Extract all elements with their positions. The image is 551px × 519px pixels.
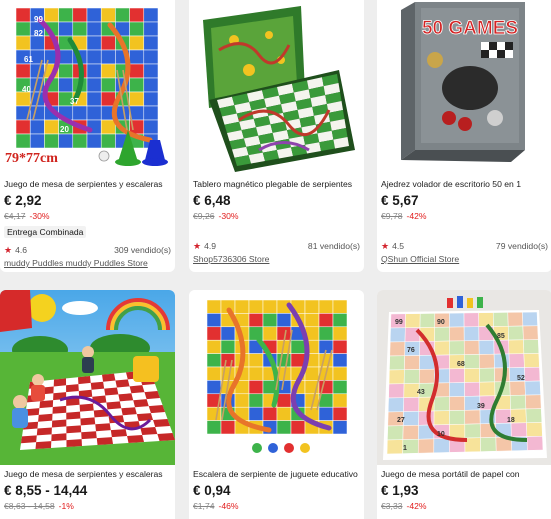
product-title[interactable]: Ajedrez volador de escritorio 50 en 1 bbox=[381, 178, 548, 190]
board-number: 82 bbox=[34, 29, 43, 38]
product-price: € 8,55 - 14,44 bbox=[4, 483, 88, 498]
image-caption: 79*77cm bbox=[5, 151, 58, 166]
product-price: € 0,94 bbox=[193, 483, 231, 498]
sold-count: 79 vendido(s) bbox=[495, 241, 548, 251]
board-number: 1 bbox=[403, 445, 407, 452]
board-number: 85 bbox=[497, 333, 505, 340]
board-number: 18 bbox=[507, 417, 515, 424]
board-number: 20 bbox=[60, 125, 69, 134]
product-price: € 1,93 bbox=[381, 483, 419, 498]
star-icon: ★ bbox=[4, 245, 13, 255]
original-price: €9,78 bbox=[381, 211, 403, 221]
box-title: 50 GAMES bbox=[422, 18, 518, 39]
product-image[interactable] bbox=[0, 290, 175, 465]
board-number: 37 bbox=[70, 97, 79, 106]
rating-value: 4.9 bbox=[204, 241, 217, 251]
price-row: €1,74 -46% bbox=[193, 500, 360, 512]
product-price: € 6,48 bbox=[193, 193, 231, 208]
star-icon: ★ bbox=[381, 241, 390, 251]
store-link[interactable]: muddy Puddles muddy Puddles Store bbox=[4, 257, 171, 269]
store-link[interactable]: QShun Official Store bbox=[381, 253, 548, 265]
original-price: €9,26 bbox=[193, 211, 215, 221]
price-row: €3,33 -42% bbox=[381, 500, 548, 512]
board-number: 99 bbox=[34, 15, 43, 24]
product-card[interactable]: Tablero magnético plegable de serpientes… bbox=[189, 0, 364, 272]
product-card[interactable]: Juego de mesa de serpientes y escaleras … bbox=[0, 290, 175, 519]
original-price: €3,33 bbox=[381, 501, 403, 511]
board-number: 39 bbox=[477, 403, 485, 410]
store-link[interactable]: Shop5736306 Store bbox=[193, 253, 360, 265]
product-card[interactable]: 99 90 85 76 68 52 43 39 27 18 10 1 Juego de mesa po… bbox=[377, 290, 551, 519]
discount-badge: -42% bbox=[406, 211, 427, 221]
discount-badge: -30% bbox=[218, 211, 239, 221]
product-title[interactable]: Escalera de serpiente de juguete educati… bbox=[193, 468, 360, 480]
discount-badge: -1% bbox=[58, 501, 74, 511]
board-number: 68 bbox=[457, 361, 465, 368]
rating: ★ 4.9 bbox=[193, 240, 216, 252]
star-icon: ★ bbox=[193, 241, 202, 251]
board-number: 61 bbox=[24, 55, 33, 64]
discount-badge: -46% bbox=[218, 501, 239, 511]
price-row: €9,26 -30% bbox=[193, 210, 360, 222]
product-title[interactable]: Juego de mesa de serpientes y escaleras bbox=[4, 468, 171, 480]
rating-row: ★ 4.5 79 vendido(s) bbox=[381, 240, 548, 252]
board-number: 52 bbox=[517, 375, 525, 382]
product-image[interactable]: 99 82 61 40 37 20 79*77cm bbox=[0, 0, 175, 175]
product-card[interactable]: 99 82 61 40 37 20 79*77cm Juego de mesa de se… bbox=[0, 0, 175, 272]
board-number: 10 bbox=[437, 431, 445, 438]
sold-count: 309 vendido(s) bbox=[114, 245, 171, 255]
product-image[interactable] bbox=[189, 0, 364, 175]
discount-badge: -42% bbox=[406, 501, 427, 511]
product-grid: 99 82 61 40 37 20 79*77cm Juego de mesa de se… bbox=[0, 0, 551, 519]
sold-count: 81 vendido(s) bbox=[307, 241, 360, 251]
product-card[interactable]: 50 GAMES Ajedrez volador de escritorio 5… bbox=[377, 0, 551, 272]
product-image[interactable]: 50 GAMES bbox=[377, 0, 551, 175]
product-title[interactable]: Juego de mesa portátil de papel con bbox=[381, 468, 548, 480]
product-image[interactable] bbox=[189, 290, 364, 465]
price-row: €8,63 - 14,58 -1% bbox=[4, 500, 171, 512]
original-price: €4,17 bbox=[4, 211, 26, 221]
rating: ★ 4.6 bbox=[4, 244, 27, 256]
product-card[interactable]: Escalera de serpiente de juguete educati… bbox=[189, 290, 364, 519]
board-number: 43 bbox=[417, 389, 425, 396]
original-price: €8,63 - 14,58 bbox=[4, 501, 55, 511]
board-number: 76 bbox=[407, 347, 415, 354]
product-title[interactable]: Tablero magnético plegable de serpientes bbox=[193, 178, 360, 190]
price-row: €4,17 -30% bbox=[4, 210, 171, 222]
product-title[interactable]: Juego de mesa de serpientes y escaleras bbox=[4, 178, 171, 190]
combined-delivery-badge: Entrega Combinada bbox=[4, 226, 87, 238]
original-price: €1,74 bbox=[193, 501, 215, 511]
rating-value: 4.5 bbox=[392, 241, 405, 251]
rating: ★ 4.5 bbox=[381, 240, 404, 252]
rating-row: ★ 4.6 309 vendido(s) bbox=[4, 244, 171, 256]
board-number: 90 bbox=[437, 319, 445, 326]
product-price: € 5,67 bbox=[381, 193, 419, 208]
product-price: € 2,92 bbox=[4, 193, 42, 208]
price-row: €9,78 -42% bbox=[381, 210, 548, 222]
rating-value: 4.6 bbox=[15, 245, 28, 255]
rating-row: ★ 4.9 81 vendido(s) bbox=[193, 240, 360, 252]
board-number: 27 bbox=[397, 417, 405, 424]
board-number: 40 bbox=[22, 85, 31, 94]
board-number: 99 bbox=[395, 319, 403, 326]
discount-badge: -30% bbox=[29, 211, 50, 221]
product-image[interactable]: 99 90 85 76 68 52 43 39 27 18 10 1 bbox=[377, 290, 551, 465]
